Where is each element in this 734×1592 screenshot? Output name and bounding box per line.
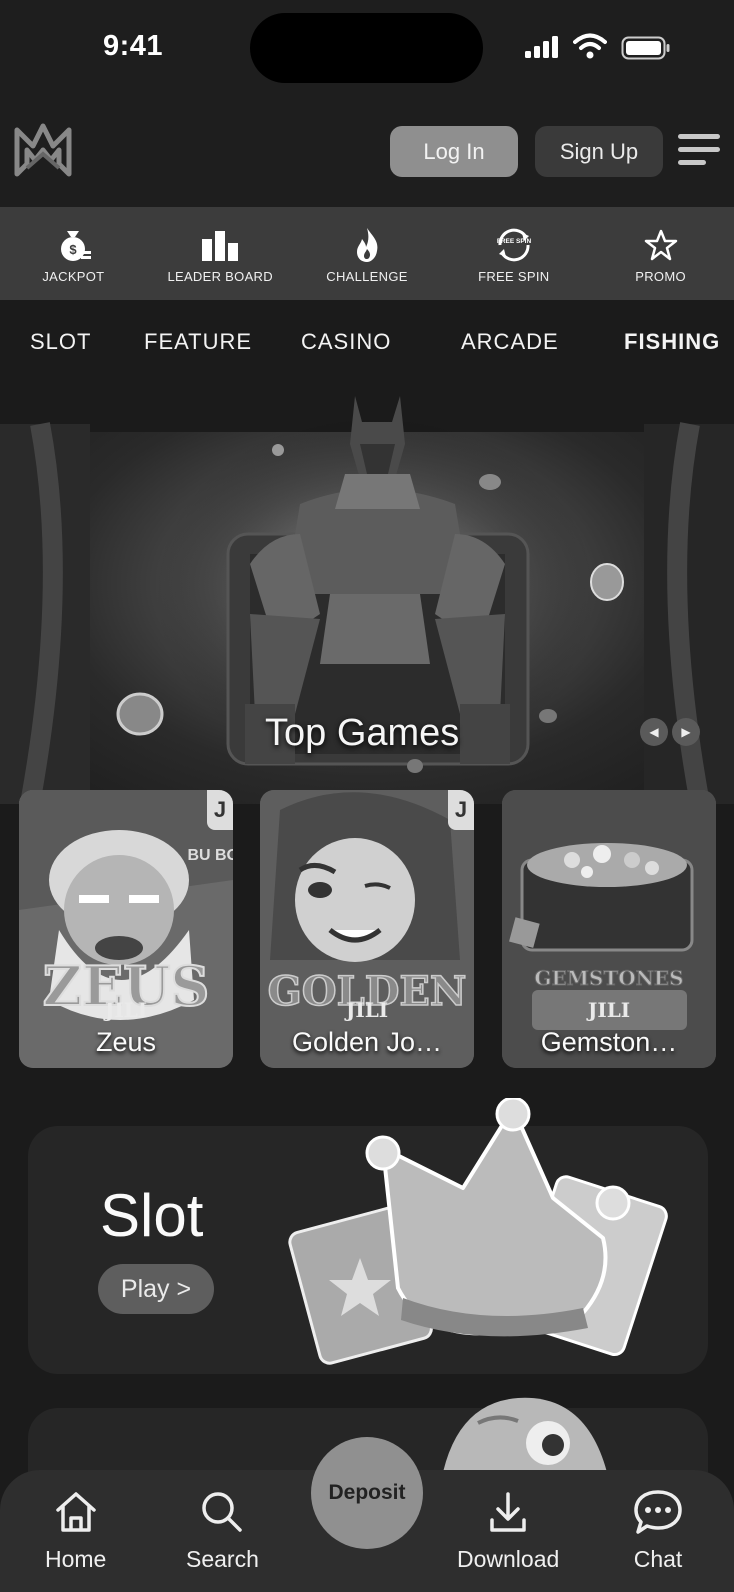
- status-time: 9:41: [103, 30, 164, 62]
- game-card-zeus[interactable]: ZEUS BU BON J JILI Zeus: [19, 790, 233, 1068]
- jester-crown-illustration: [288, 1098, 668, 1365]
- gemstones-art-text: GEMSTONES: [534, 966, 683, 990]
- hero-next-button[interactable]: ▶: [672, 718, 700, 746]
- quick-link-challenge[interactable]: CHALLENGE: [294, 207, 441, 300]
- tab-feature[interactable]: FEATURE: [144, 329, 252, 355]
- game-name: Gemston…: [540, 1027, 678, 1057]
- category-tabs: SLOT FEATURE CASINO ARCADE FISHING: [0, 300, 734, 384]
- provider-badge: J: [207, 790, 233, 830]
- tab-casino[interactable]: CASINO: [301, 329, 391, 355]
- free-spin-icon-text: FREE SPIN: [497, 238, 532, 245]
- nav-download[interactable]: Download: [457, 1488, 559, 1573]
- game-name: Golden Jo…: [291, 1027, 443, 1057]
- quick-links-bar: $ JACKPOT LEADER BOARD CHALLENGE FREE SP…: [0, 207, 734, 300]
- quick-link-label: LEADER BOARD: [167, 269, 273, 284]
- flame-icon: [356, 228, 378, 262]
- signal-icon: [525, 36, 558, 58]
- tab-slot[interactable]: SLOT: [30, 329, 91, 355]
- game-card-golden-joker[interactable]: GOLDEN J JILI Golden Jo…: [260, 790, 474, 1068]
- nav-label: Home: [45, 1546, 107, 1572]
- brand-logo[interactable]: [13, 120, 73, 178]
- quick-link-jackpot[interactable]: $ JACKPOT: [0, 207, 147, 300]
- nav-label: Chat: [633, 1546, 683, 1572]
- home-icon: [55, 1492, 96, 1532]
- wifi-icon: [573, 33, 607, 59]
- quick-link-label: JACKPOT: [42, 269, 105, 284]
- svg-text:$: $: [70, 242, 78, 257]
- game-brand: JILI: [104, 998, 148, 1022]
- dynamic-island: [250, 13, 483, 83]
- nav-search[interactable]: Search: [186, 1488, 259, 1573]
- quick-link-free-spin[interactable]: FREE SPIN FREE SPIN: [440, 207, 587, 300]
- tab-arcade[interactable]: ARCADE: [461, 329, 559, 355]
- hero-title: Top Games: [265, 712, 460, 754]
- deposit-button[interactable]: Deposit: [311, 1437, 423, 1549]
- quick-link-label: PROMO: [635, 269, 686, 284]
- free-spin-icon: FREE SPIN: [497, 228, 532, 262]
- download-icon: [490, 1492, 526, 1532]
- nav-home[interactable]: Home: [45, 1488, 106, 1573]
- game-card-gemstones[interactable]: GEMSTONES JILI Gemston…: [502, 790, 716, 1068]
- nav-label: Search: [186, 1546, 259, 1572]
- star-icon: [644, 229, 677, 261]
- nav-chat[interactable]: Chat: [632, 1488, 684, 1573]
- hero-prev-button[interactable]: ◀: [640, 718, 668, 746]
- provider-badge: J: [448, 790, 474, 830]
- quick-link-leaderboard[interactable]: LEADER BOARD: [147, 207, 294, 300]
- money-bag-icon: $: [61, 231, 92, 261]
- promo-title: Slot: [100, 1182, 204, 1249]
- bar-chart-icon: [202, 231, 239, 261]
- status-bar: 9:41: [0, 0, 734, 95]
- game-brand: JILI: [587, 998, 631, 1022]
- nav-label: Download: [457, 1546, 560, 1572]
- tab-fishing[interactable]: FISHING: [624, 329, 720, 355]
- top-games-hero: Top Games ◀ ▶: [0, 384, 734, 804]
- search-icon: [202, 1492, 243, 1532]
- app-header: Log In Sign Up: [0, 95, 734, 207]
- hamburger-menu-icon[interactable]: [678, 134, 720, 168]
- quick-link-promo[interactable]: PROMO: [587, 207, 734, 300]
- zeus-corner-text: BU BON: [187, 847, 233, 864]
- signup-button[interactable]: Sign Up: [535, 126, 663, 177]
- login-button[interactable]: Log In: [390, 126, 518, 177]
- slot-promo-banner[interactable]: Slot Play >: [28, 1098, 708, 1374]
- game-brand: JILI: [345, 998, 389, 1022]
- quick-link-label: CHALLENGE: [326, 269, 408, 284]
- game-name: Zeus: [95, 1027, 157, 1057]
- chat-icon: [634, 1490, 682, 1534]
- battery-icon: [621, 36, 670, 60]
- slot-play-button[interactable]: Play >: [98, 1264, 214, 1314]
- quick-link-label: FREE SPIN: [478, 269, 550, 284]
